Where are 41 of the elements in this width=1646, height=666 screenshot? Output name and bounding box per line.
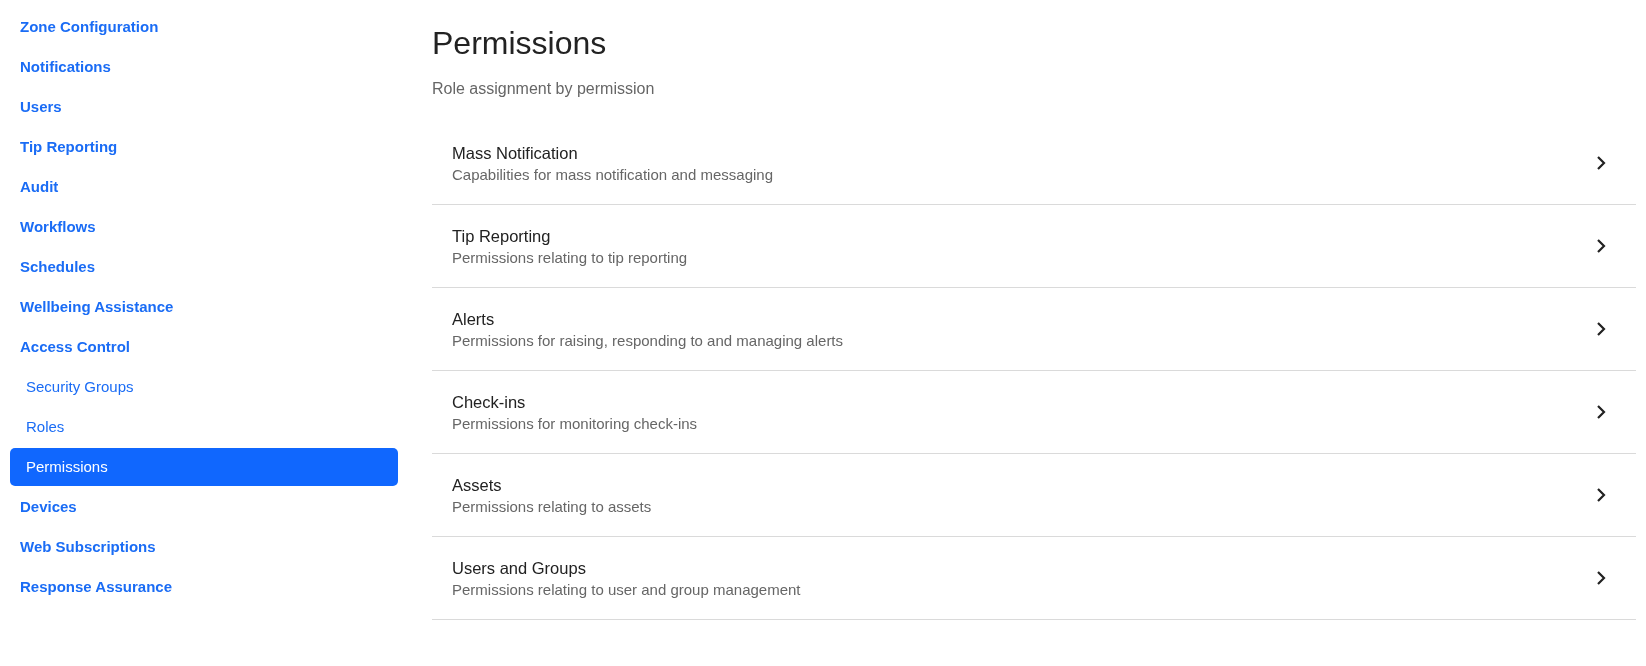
permission-description: Permissions relating to user and group management bbox=[452, 580, 801, 598]
chevron-right-icon bbox=[1596, 404, 1606, 420]
sidebar-item[interactable]: Schedules bbox=[10, 247, 398, 287]
permission-description: Permissions relating to tip reporting bbox=[452, 248, 688, 266]
permission-title: Assets bbox=[452, 475, 503, 495]
permission-title: Tip Reporting bbox=[452, 226, 552, 246]
permission-row[interactable]: Users and Groups Permissions relating to user and group management bbox=[432, 537, 1636, 620]
permission-description: Permissions for raising, responding to and managing alerts bbox=[452, 331, 844, 349]
permission-title: Alerts bbox=[452, 309, 496, 329]
permission-title: Users and Groups bbox=[452, 558, 587, 578]
sidebar-item[interactable]: Security Groups bbox=[10, 367, 398, 407]
sidebar-item[interactable]: Response Assurance bbox=[10, 567, 398, 607]
permission-row[interactable]: Mass Notification Capabilities for mass notification and messaging bbox=[432, 122, 1636, 205]
sidebar-item[interactable]: Web Subscriptions bbox=[10, 527, 398, 567]
chevron-right-icon bbox=[1596, 321, 1606, 337]
sidebar-item[interactable]: Users bbox=[10, 87, 398, 127]
permission-row[interactable]: Assets Permissions relating to assets bbox=[432, 454, 1636, 537]
chevron-right-icon bbox=[1596, 570, 1606, 586]
sidebar-item[interactable]: Audit bbox=[10, 167, 398, 207]
permission-title: Mass Notification bbox=[452, 143, 579, 163]
sidebar-item[interactable]: Tip Reporting bbox=[10, 127, 398, 167]
sidebar-item[interactable]: Roles bbox=[10, 407, 398, 447]
permission-row[interactable]: Alerts Permissions for raising, responding to and managing alerts bbox=[432, 288, 1636, 371]
permission-title: Check-ins bbox=[452, 392, 527, 412]
sidebar-item[interactable]: Notifications bbox=[10, 47, 398, 87]
sidebar-item[interactable]: Zone Configuration bbox=[10, 7, 398, 47]
permission-row[interactable]: Tip Reporting Permissions relating to tip reporting bbox=[432, 205, 1636, 288]
permission-description: Permissions for monitoring check-ins bbox=[452, 414, 698, 432]
sidebar-item[interactable]: Devices bbox=[10, 487, 398, 527]
chevron-right-icon bbox=[1596, 238, 1606, 254]
permission-row[interactable]: Check-ins Permissions for monitoring check-ins bbox=[432, 371, 1636, 454]
sidebar-item[interactable]: Permissions bbox=[10, 448, 398, 486]
sidebar-item[interactable]: Workflows bbox=[10, 207, 398, 247]
chevron-right-icon bbox=[1596, 155, 1606, 171]
page-title: Permissions bbox=[432, 24, 608, 62]
sidebar-item[interactable]: Access Control bbox=[10, 327, 398, 367]
permission-description: Capabilities for mass notification and messaging bbox=[452, 165, 773, 183]
chevron-right-icon bbox=[1596, 487, 1606, 503]
page-subtitle: Role assignment by permission bbox=[432, 80, 656, 98]
permission-description: Permissions relating to assets bbox=[452, 497, 652, 515]
sidebar-item[interactable]: Wellbeing Assistance bbox=[10, 287, 398, 327]
